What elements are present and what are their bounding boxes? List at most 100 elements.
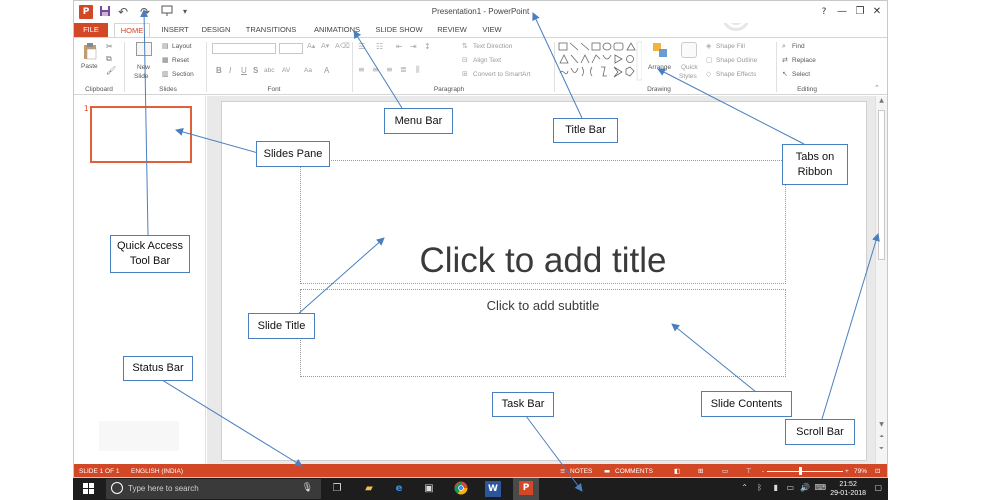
section-button[interactable]: Section	[172, 71, 194, 78]
scroll-up-icon[interactable]: ▲	[876, 96, 887, 106]
zoom-out-button[interactable]: -	[762, 464, 764, 477]
char-spacing-button[interactable]: AV	[282, 67, 290, 74]
next-slide-icon[interactable]: ⏷	[876, 444, 887, 454]
slide-sorter-icon[interactable]: ⊞	[698, 464, 703, 477]
reading-view-icon[interactable]: ▭	[722, 464, 728, 477]
align-left-icon[interactable]: ≡	[358, 65, 365, 74]
powerpoint-taskbar-icon[interactable]: P	[513, 478, 539, 500]
decrease-indent-icon[interactable]: ⇤	[396, 42, 403, 51]
scroll-thumb[interactable]	[878, 110, 885, 260]
cut-icon[interactable]: ✂	[106, 42, 113, 51]
increase-indent-icon[interactable]: ⇥	[410, 42, 417, 51]
shapes-gallery[interactable]	[558, 41, 643, 81]
word-icon[interactable]: W	[485, 481, 501, 497]
previous-slide-icon[interactable]: ⏶	[876, 432, 887, 442]
file-explorer-icon[interactable]: ▰	[361, 481, 377, 497]
line-spacing-icon[interactable]: ↕	[424, 42, 431, 51]
system-clock[interactable]: 21:52 29-01-2018	[830, 480, 866, 498]
windows-start-icon[interactable]	[83, 483, 95, 495]
shape-outline-button[interactable]: Shape Outline	[716, 57, 757, 64]
justify-icon[interactable]: ≣	[400, 65, 407, 74]
new-slide-button[interactable]: New	[137, 64, 150, 71]
language-indicator[interactable]: ENGLISH (INDIA)	[131, 464, 183, 477]
shape-effects-button[interactable]: Shape Effects	[716, 71, 756, 78]
bold-button[interactable]: B	[216, 66, 222, 75]
shape-fill-button[interactable]: Shape Fill	[716, 43, 745, 50]
title-placeholder[interactable]: Click to add title	[300, 160, 786, 284]
select-button[interactable]: Select	[792, 71, 810, 78]
battery-icon[interactable]: ▭	[786, 483, 794, 492]
new-slide-icon[interactable]	[136, 42, 152, 56]
comments-button[interactable]: COMMENTS	[615, 464, 653, 477]
subtitle-placeholder[interactable]: Click to add subtitle	[300, 289, 786, 377]
quick-styles-button-line2[interactable]: Styles	[679, 73, 697, 80]
numbering-icon[interactable]: ☷	[376, 42, 383, 51]
chrome-icon[interactable]	[453, 481, 469, 497]
volume-icon[interactable]: 🔊	[800, 483, 810, 492]
italic-button[interactable]: I	[229, 66, 231, 75]
font-color-button[interactable]: A	[324, 66, 329, 75]
change-case-button[interactable]: Aa	[304, 67, 312, 74]
font-size-dropdown[interactable]	[279, 43, 303, 54]
zoom-slider-track[interactable]	[767, 471, 843, 472]
tab-design[interactable]: DESIGN	[198, 23, 234, 37]
bullets-icon[interactable]: ☰	[358, 42, 365, 51]
notes-button[interactable]: NOTES	[570, 464, 592, 477]
reset-button[interactable]: Reset	[172, 57, 189, 64]
language-icon[interactable]: ⌨	[814, 483, 826, 492]
tab-home[interactable]: HOME	[114, 23, 150, 37]
paste-icon[interactable]	[82, 42, 98, 60]
slide-thumbnail[interactable]	[90, 106, 192, 163]
tab-slide-show[interactable]: SLIDE SHOW	[373, 23, 425, 37]
task-view-icon[interactable]: ❐	[329, 481, 345, 497]
font-name-dropdown[interactable]	[212, 43, 276, 54]
clear-formatting-icon[interactable]: A⌫	[335, 42, 350, 50]
normal-view-icon[interactable]: ◧	[674, 464, 680, 477]
format-painter-icon[interactable]: 🖌	[106, 66, 116, 75]
restore-icon[interactable]: ❐	[853, 5, 867, 19]
microphone-icon[interactable]: 🎙	[302, 483, 313, 493]
show-hidden-icons-icon[interactable]: ⌃	[741, 483, 748, 492]
tab-view[interactable]: VIEW	[478, 23, 506, 37]
shrink-font-icon[interactable]: A▾	[321, 42, 329, 50]
store-icon[interactable]: ▣	[421, 481, 437, 497]
edge-browser-icon[interactable]: e	[391, 481, 407, 497]
align-center-icon[interactable]: ≡	[372, 65, 379, 74]
align-right-icon[interactable]: ≡	[386, 65, 393, 74]
shadow-button[interactable]: abc	[264, 67, 274, 74]
strikethrough-button[interactable]: S	[253, 66, 258, 75]
vertical-scrollbar[interactable]: ▲ ▼ ⏶ ⏷	[875, 96, 887, 464]
grow-font-icon[interactable]: A▴	[307, 42, 315, 50]
bluetooth-icon[interactable]: ᛒ	[757, 483, 762, 492]
scroll-down-icon[interactable]: ▼	[876, 420, 887, 430]
tab-transitions[interactable]: TRANSITIONS	[244, 23, 298, 37]
text-direction-button[interactable]: Text Direction	[473, 43, 512, 50]
quick-styles-icon[interactable]	[681, 42, 697, 58]
tab-file[interactable]: FILE	[74, 23, 108, 37]
slideshow-view-icon[interactable]: ⊤	[746, 464, 752, 477]
tab-review[interactable]: REVIEW	[434, 23, 470, 37]
replace-button[interactable]: Replace	[792, 57, 816, 64]
taskbar-search-box[interactable]: Type here to search 🎙	[106, 479, 321, 499]
new-slide-button-line2[interactable]: Slide	[134, 73, 148, 80]
copy-icon[interactable]: ⧉	[106, 54, 112, 64]
paste-button[interactable]: Paste	[81, 63, 98, 70]
action-center-icon[interactable]: ▢	[874, 483, 882, 492]
collapse-ribbon-icon[interactable]: ⌃	[874, 84, 880, 92]
columns-icon[interactable]: ⫼	[416, 65, 420, 75]
quick-styles-button[interactable]: Quick	[681, 64, 698, 71]
help-icon[interactable]: ?	[817, 5, 831, 19]
zoom-slider-thumb[interactable]	[799, 467, 802, 475]
network-icon[interactable]: ▮	[774, 483, 778, 492]
fit-slide-icon[interactable]: ⊡	[875, 464, 880, 477]
convert-smartart-button[interactable]: Convert to SmartArt	[473, 71, 530, 78]
arrange-icon[interactable]	[652, 42, 668, 58]
find-button[interactable]: Find	[792, 43, 805, 50]
zoom-in-button[interactable]: +	[845, 464, 849, 477]
minimize-icon[interactable]: —	[835, 5, 849, 19]
arrange-button[interactable]: Arrange	[648, 64, 671, 71]
underline-button[interactable]: U	[241, 66, 247, 75]
align-text-button[interactable]: Align Text	[473, 57, 501, 64]
tab-animations[interactable]: ANIMATIONS	[310, 23, 364, 37]
tab-insert[interactable]: INSERT	[157, 23, 193, 37]
